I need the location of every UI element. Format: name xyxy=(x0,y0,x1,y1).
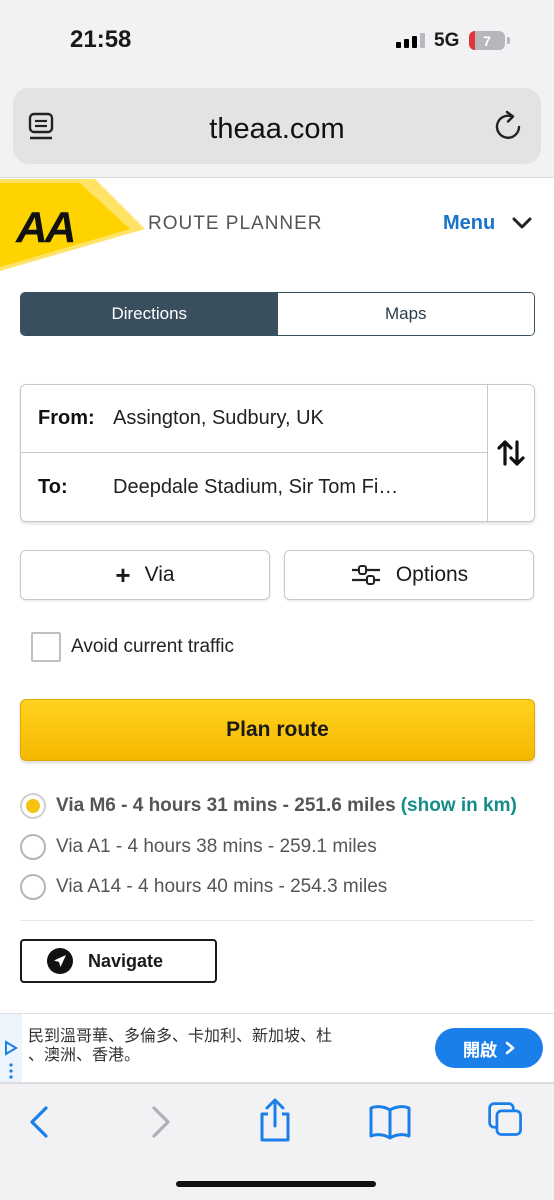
ad-open-button[interactable]: 開啟 xyxy=(435,1028,543,1068)
avoid-traffic-checkbox[interactable] xyxy=(31,632,61,662)
battery-level: 7 xyxy=(483,32,491,49)
signal-icon xyxy=(396,33,425,48)
chevron-down-icon[interactable] xyxy=(512,216,532,230)
plan-route-button[interactable]: Plan route xyxy=(20,699,535,761)
status-time: 21:58 xyxy=(70,26,132,53)
chevron-right-icon xyxy=(505,1041,515,1055)
back-icon[interactable] xyxy=(18,1102,62,1142)
site-header: AA ROUTE PLANNER Menu xyxy=(0,179,554,271)
route-radio-selected[interactable] xyxy=(20,793,46,819)
network-type: 5G xyxy=(434,30,460,51)
tab-maps[interactable]: Maps xyxy=(277,293,534,335)
avoid-traffic-label: Avoid current traffic xyxy=(71,636,234,657)
divider xyxy=(20,920,534,921)
route-option-a1[interactable]: Via A1 - 4 hours 38 mins - 259.1 miles xyxy=(20,834,377,860)
route-radio[interactable] xyxy=(20,874,46,900)
home-indicator[interactable] xyxy=(176,1181,376,1187)
plus-icon: + xyxy=(115,560,131,590)
route-option-a14[interactable]: Via A14 - 4 hours 40 mins - 254.3 miles xyxy=(20,874,387,900)
ad-line-2: 、澳洲、香港。 xyxy=(28,1047,141,1064)
route-option-m6[interactable]: Via M6 - 4 hours 31 mins - 251.6 miles (… xyxy=(20,793,517,819)
battery-icon: 7 xyxy=(469,31,505,50)
route-text: Via A1 - 4 hours 38 mins - 259.1 miles xyxy=(56,836,377,857)
ad-line-1: 民到溫哥華、多倫多、卡加利、新加坡、杜 xyxy=(28,1028,333,1045)
navigate-label: Navigate xyxy=(88,950,164,971)
status-bar: 21:58 5G 7 xyxy=(0,0,554,80)
sliders-icon xyxy=(351,565,380,585)
forward-icon[interactable] xyxy=(138,1102,182,1142)
route-text: Via M6 - 4 hours 31 mins - 251.6 miles xyxy=(56,795,396,816)
url-text[interactable]: theaa.com xyxy=(13,113,541,146)
tabs-icon[interactable] xyxy=(484,1100,528,1140)
aa-logo[interactable]: AA xyxy=(0,179,145,271)
svg-text:AA: AA xyxy=(15,203,74,252)
ad-choices-icon[interactable] xyxy=(0,1014,22,1082)
share-icon[interactable] xyxy=(253,1096,297,1144)
bookmarks-icon[interactable] xyxy=(368,1102,412,1142)
options-button[interactable]: Options xyxy=(284,550,534,600)
options-label: Options xyxy=(395,563,469,586)
to-field[interactable]: To: Deepdale Stadium, Sir Tom Fi… xyxy=(21,453,487,521)
section-title: ROUTE PLANNER xyxy=(148,213,323,234)
route-inputs: From: Assington, Sudbury, UK To: Deepdal… xyxy=(20,384,535,522)
route-radio[interactable] xyxy=(20,834,46,860)
navigate-button[interactable]: Navigate xyxy=(20,939,217,983)
route-text: Via A14 - 4 hours 40 mins - 254.3 miles xyxy=(56,876,388,897)
from-field[interactable]: From: Assington, Sudbury, UK xyxy=(21,385,487,453)
navigate-arrow-icon xyxy=(47,948,73,974)
battery-tip xyxy=(507,37,510,44)
ad-open-label: 開啟 xyxy=(463,1040,497,1060)
show-in-km-link[interactable]: (show in km) xyxy=(401,795,517,817)
reload-icon[interactable] xyxy=(493,110,525,142)
add-via-button[interactable]: + Via xyxy=(20,550,270,600)
to-label: To: xyxy=(38,475,68,498)
to-input[interactable]: Deepdale Stadium, Sir Tom Fi… xyxy=(113,476,398,499)
mode-tabs: Directions Maps xyxy=(20,292,535,336)
via-label: Via xyxy=(144,563,175,586)
from-label: From: xyxy=(38,407,95,429)
swap-button[interactable] xyxy=(487,385,534,521)
browser-address-area: theaa.com xyxy=(0,80,554,178)
ad-banner[interactable]: 民到溫哥華、多倫多、卡加利、新加坡、杜 、澳洲、香港。 開啟 xyxy=(0,1013,554,1083)
swap-icon xyxy=(497,440,525,466)
tab-directions[interactable]: Directions xyxy=(21,293,278,335)
menu-button[interactable]: Menu xyxy=(443,212,495,235)
ad-text[interactable]: 民到溫哥華、多倫多、卡加利、新加坡、杜 、澳洲、香港。 xyxy=(28,1027,388,1065)
avoid-traffic-option[interactable]: Avoid current traffic xyxy=(31,632,234,662)
address-bar[interactable]: theaa.com xyxy=(13,88,541,164)
from-input[interactable]: Assington, Sudbury, UK xyxy=(113,407,324,430)
